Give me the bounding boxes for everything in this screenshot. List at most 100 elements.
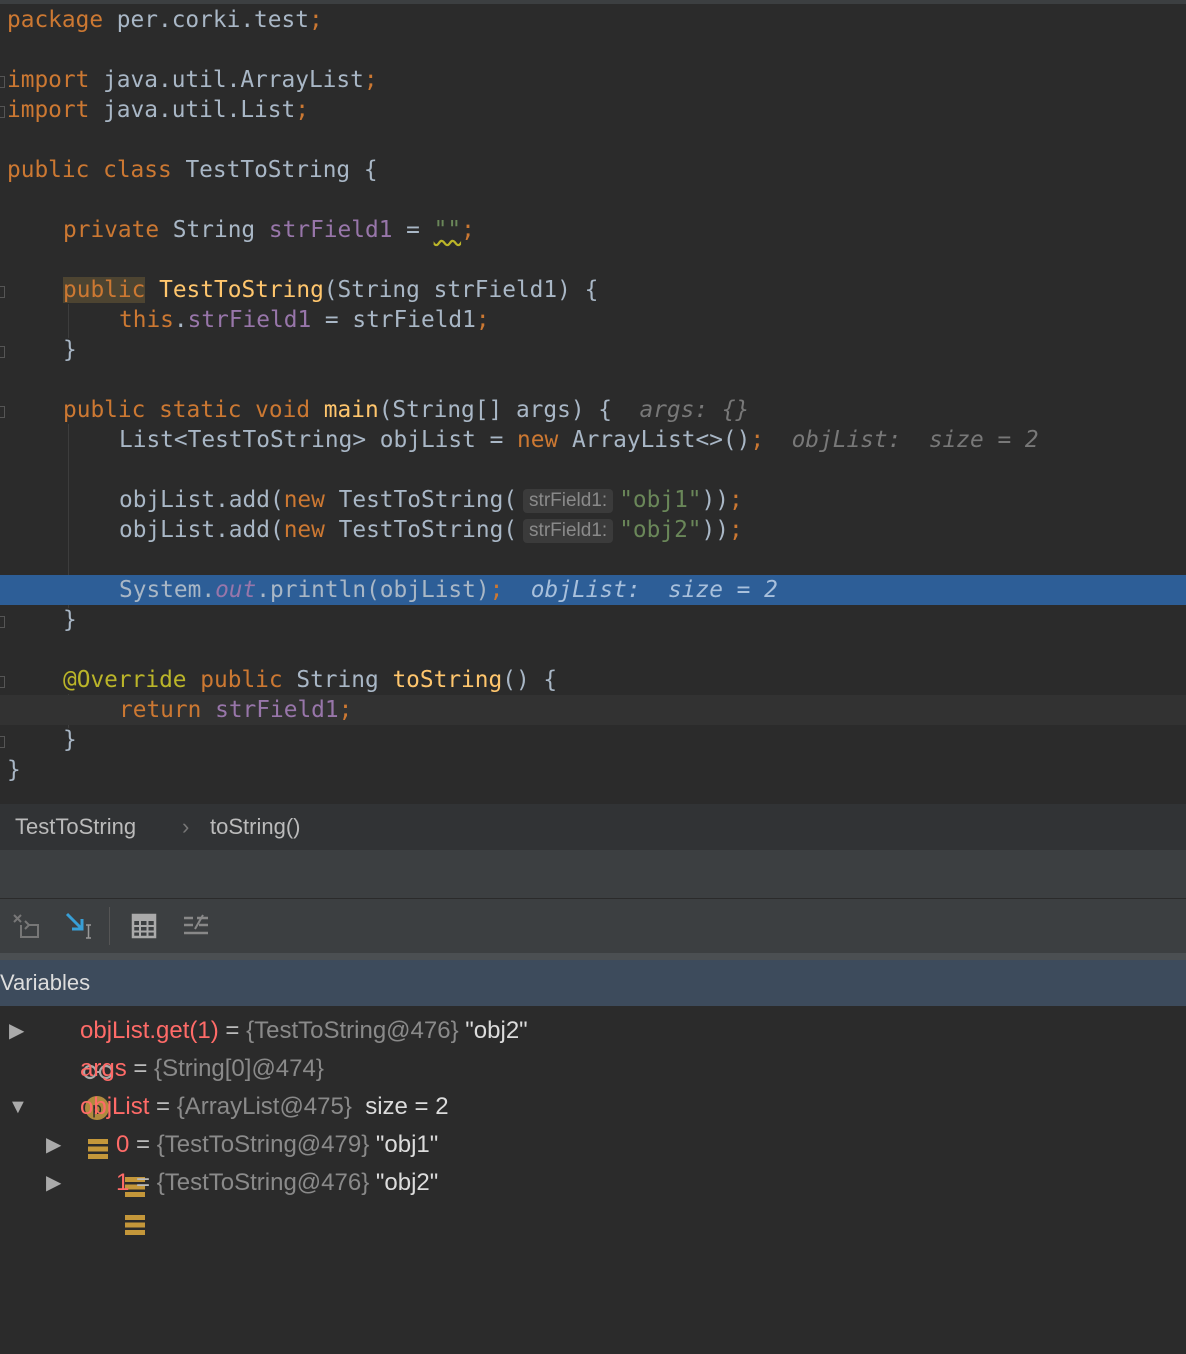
- variable-eq: =: [126, 1055, 155, 1082]
- class-name: TestToString: [185, 157, 351, 183]
- code-text: objList.add(: [119, 487, 284, 513]
- code-text: )): [701, 517, 729, 543]
- code-line-4[interactable]: import java.util.List;: [0, 95, 1186, 125]
- variable-row-objlist[interactable]: ▼ objList = {ArrayList@475} size = 2: [0, 1088, 1186, 1159]
- code-line-14[interactable]: public static void main(String[] args) {…: [0, 395, 1186, 425]
- keyword: return: [119, 697, 202, 723]
- code-line-12[interactable]: }: [0, 335, 1186, 365]
- code-text: ArrayList<>(): [558, 427, 751, 453]
- variable-name: objList.get(1): [80, 1017, 219, 1044]
- variable-row-watch[interactable]: ▶ objList.get(1) = {TestToString@476} "o…: [0, 1012, 1186, 1080]
- execution-point-line[interactable]: System.out.println(objList); objList: si…: [0, 575, 1186, 605]
- code-text: {: [350, 157, 378, 183]
- step-into-icon[interactable]: [64, 911, 94, 941]
- keyword: private: [63, 217, 160, 243]
- code-text: (String[] args) {: [378, 397, 613, 423]
- code-line-1[interactable]: package per.corki.test;: [0, 5, 1186, 35]
- semicolon: ;: [338, 697, 353, 723]
- breadcrumb: TestToString › toString(): [0, 804, 1186, 850]
- code-line-18[interactable]: objList.add(new TestToString(strField1: "…: [0, 515, 1186, 545]
- variables-tree[interactable]: ▶ objList.get(1) = {TestToString@476} "o…: [0, 1006, 1186, 1244]
- code-line-17[interactable]: objList.add(new TestToString(strField1: "…: [0, 485, 1186, 515]
- code-text: List<TestToString> objList =: [119, 427, 518, 453]
- toolbar-separator: [109, 907, 110, 945]
- code-text: =: [392, 217, 434, 243]
- variable-string: "obj1": [369, 1131, 439, 1158]
- code-line-23[interactable]: @Override public String toString() {: [0, 665, 1186, 695]
- code-text: )): [701, 487, 729, 513]
- variable-value: {TestToString@476}: [246, 1017, 459, 1044]
- parameter-hint: strField1:: [523, 489, 614, 513]
- keyword: public: [7, 157, 90, 183]
- breadcrumb-item-method[interactable]: toString(): [210, 814, 300, 840]
- code-text: = strField1: [311, 307, 476, 333]
- code-line-11[interactable]: this.strField1 = strField1;: [0, 305, 1186, 335]
- code-line-10[interactable]: public TestToString(String strField1) {: [0, 275, 1186, 305]
- semicolon: ;: [475, 307, 490, 333]
- keyword: public: [63, 277, 146, 303]
- semicolon: ;: [363, 67, 378, 93]
- inline-debug-hint: args: {}: [639, 397, 750, 423]
- expand-arrow-icon[interactable]: ▶: [46, 1164, 61, 1202]
- panel-splitter[interactable]: [0, 953, 1186, 960]
- variable-eq: =: [129, 1169, 157, 1196]
- code-text: (String strField1) {: [323, 277, 599, 303]
- code-line-15[interactable]: List<TestToString> objList = new ArrayLi…: [0, 425, 1186, 455]
- string-literal: "obj2": [619, 517, 702, 543]
- collapse-arrow-icon[interactable]: ▼: [8, 1088, 28, 1126]
- expand-arrow-icon[interactable]: ▶: [46, 1126, 61, 1164]
- inline-debug-hint: objList:: [530, 577, 641, 603]
- variable-name: 1: [116, 1169, 130, 1196]
- variable-row-element-0[interactable]: ▶ 0 = {TestToString@479} "obj1": [0, 1126, 1186, 1197]
- code-text: java.util.ArrayList: [89, 67, 364, 93]
- code-line-26[interactable]: }: [0, 755, 1186, 785]
- string-literal: "": [433, 217, 462, 243]
- code-text: .: [173, 307, 188, 333]
- inline-debug-value: size = 2: [928, 427, 1039, 453]
- variable-text: 1 = {TestToString@476} "obj2": [116, 1164, 438, 1202]
- code-text: java.util.List: [89, 97, 296, 123]
- semicolon: ;: [489, 577, 504, 603]
- variable-text: objList.get(1) = {TestToString@476} "obj…: [80, 1012, 528, 1050]
- variable-text: args = {String[0]@474}: [80, 1050, 324, 1088]
- code-line-25[interactable]: }: [0, 725, 1186, 755]
- variable-eq: =: [218, 1017, 247, 1044]
- code-line-6[interactable]: public class TestToString {: [0, 155, 1186, 185]
- type-name: String: [282, 667, 393, 693]
- semicolon: ;: [729, 487, 743, 513]
- variable-row-args[interactable]: p args = {String[0]@474}: [0, 1050, 1186, 1120]
- code-line-21[interactable]: }: [0, 605, 1186, 635]
- breadcrumb-separator: ›: [182, 814, 190, 839]
- static-field: out: [215, 577, 257, 603]
- keyword: new: [283, 487, 325, 513]
- field-name: strField1: [268, 217, 393, 243]
- variable-value: {TestToString@479}: [156, 1131, 370, 1158]
- variable-name: objList: [80, 1093, 150, 1120]
- keyword: import: [7, 67, 90, 93]
- debugger-tab-strip: [0, 850, 1186, 899]
- code-line-8[interactable]: private String strField1 = "";: [0, 215, 1186, 245]
- code-text: TestToString(: [324, 517, 518, 543]
- breadcrumb-item-class[interactable]: TestToString: [15, 814, 136, 840]
- variable-string: "obj2": [369, 1169, 439, 1196]
- keyword: import: [7, 97, 90, 123]
- variable-text: objList = {ArrayList@475} size = 2: [80, 1088, 449, 1126]
- closing-brace: }: [7, 757, 21, 783]
- method-name: toString: [392, 667, 503, 693]
- caret-line[interactable]: return strField1;: [0, 695, 1186, 725]
- semicolon: ;: [461, 217, 475, 243]
- variable-row-element-1[interactable]: ▶ 1 = {TestToString@476} "obj2": [0, 1164, 1186, 1235]
- keyword: this: [119, 307, 174, 333]
- type-name: String: [159, 217, 269, 243]
- evaluate-expression-icon[interactable]: [129, 911, 159, 941]
- restore-layout-icon[interactable]: [11, 911, 41, 941]
- code-editor[interactable]: package per.corki.test; import java.util…: [0, 0, 1186, 804]
- variables-title: Variables: [0, 970, 91, 995]
- variable-name: 0: [116, 1131, 130, 1158]
- expand-arrow-icon[interactable]: ▶: [9, 1012, 24, 1050]
- trace-icon[interactable]: [181, 911, 211, 941]
- code-text: per.corki.test: [103, 7, 309, 33]
- semicolon: ;: [750, 427, 765, 453]
- code-line-3[interactable]: import java.util.ArrayList;: [0, 65, 1186, 95]
- closing-brace: }: [63, 337, 77, 363]
